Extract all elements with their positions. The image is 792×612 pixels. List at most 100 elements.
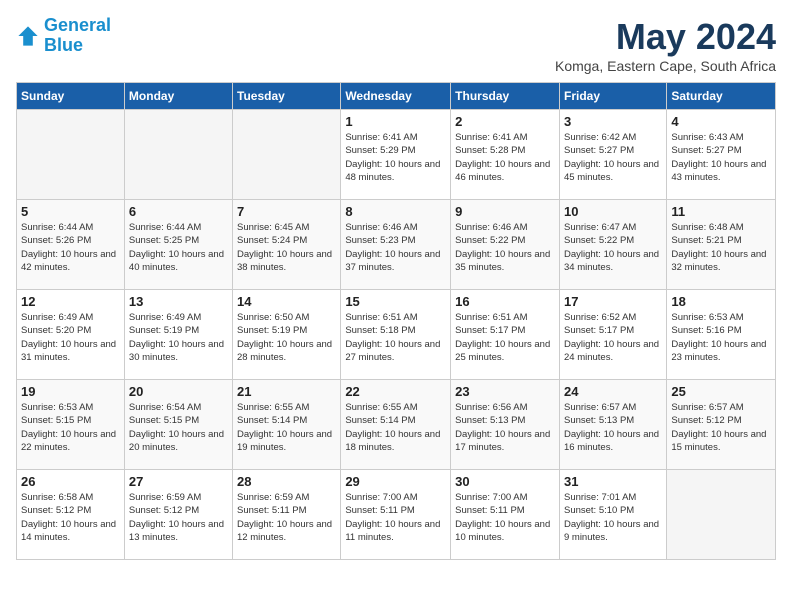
calendar-cell: 21 Sunrise: 6:55 AMSunset: 5:14 PMDayligh…: [233, 380, 341, 470]
calendar-week-1: 1Sunrise: 6:41 AMSunset: 5:29 PMDaylight…: [17, 110, 776, 200]
day-number: 11: [671, 204, 771, 219]
calendar-cell: 1Sunrise: 6:41 AMSunset: 5:29 PMDaylight…: [341, 110, 451, 200]
day-number: 4: [671, 114, 771, 129]
calendar-cell: 14Sunrise: 6:50 AMSunset: 5:19 PMDayligh…: [233, 290, 341, 380]
calendar-cell: 31Sunrise: 7:01 AMSunset: 5:10 PMDayligh…: [559, 470, 666, 560]
day-info: Sunrise: 7:00 AMSunset: 5:11 PMDaylight:…: [455, 491, 555, 544]
day-info: Sunrise: 6:59 AMSunset: 5:11 PMDaylight:…: [237, 491, 336, 544]
day-number: 3: [564, 114, 662, 129]
day-info: Sunrise: 6:43 AMSunset: 5:27 PMDaylight:…: [671, 131, 771, 184]
day-number: 23: [455, 384, 555, 399]
calendar-cell: 2 Sunrise: 6:41 AMSunset: 5:28 PMDaylight…: [451, 110, 560, 200]
day-info: Sunrise: 6:44 AMSunset: 5:26 PMDaylight:…: [21, 221, 120, 274]
day-number: 21: [237, 384, 336, 399]
calendar-cell: 13 Sunrise: 6:49 AMSunset: 5:19 PMDayligh…: [124, 290, 232, 380]
calendar-cell: 30 Sunrise: 7:00 AMSunset: 5:11 PMDayligh…: [451, 470, 560, 560]
day-info: Sunrise: 6:58 AMSunset: 5:12 PMDaylight:…: [21, 491, 120, 544]
calendar-cell: [124, 110, 232, 200]
calendar-cell: 8Sunrise: 6:46 AMSunset: 5:23 PMDaylight…: [341, 200, 451, 290]
day-info: Sunrise: 7:01 AMSunset: 5:10 PMDaylight:…: [564, 491, 662, 544]
calendar-cell: 15 Sunrise: 6:51 AMSunset: 5:18 PMDayligh…: [341, 290, 451, 380]
logo-icon: [16, 24, 40, 48]
day-info: Sunrise: 6:53 AMSunset: 5:16 PMDaylight:…: [671, 311, 771, 364]
calendar-cell: 27 Sunrise: 6:59 AMSunset: 5:12 PMDayligh…: [124, 470, 232, 560]
day-info: Sunrise: 7:00 AMSunset: 5:11 PMDaylight:…: [345, 491, 446, 544]
day-number: 20: [129, 384, 228, 399]
day-number: 26: [21, 474, 120, 489]
day-info: Sunrise: 6:54 AMSunset: 5:15 PMDaylight:…: [129, 401, 228, 454]
day-info: Sunrise: 6:55 AMSunset: 5:14 PMDaylight:…: [345, 401, 446, 454]
calendar-week-2: 5 Sunrise: 6:44 AMSunset: 5:26 PMDaylight…: [17, 200, 776, 290]
weekday-header-thursday: Thursday: [451, 83, 560, 110]
day-number: 8: [345, 204, 446, 219]
day-number: 22: [345, 384, 446, 399]
calendar-cell: 5 Sunrise: 6:44 AMSunset: 5:26 PMDaylight…: [17, 200, 125, 290]
calendar-cell: 22 Sunrise: 6:55 AMSunset: 5:14 PMDayligh…: [341, 380, 451, 470]
day-info: Sunrise: 6:41 AMSunset: 5:29 PMDaylight:…: [345, 131, 446, 184]
calendar-cell: 7 Sunrise: 6:45 AMSunset: 5:24 PMDaylight…: [233, 200, 341, 290]
calendar-cell: 17 Sunrise: 6:52 AMSunset: 5:17 PMDayligh…: [559, 290, 666, 380]
day-number: 15: [345, 294, 446, 309]
day-info: Sunrise: 6:42 AMSunset: 5:27 PMDaylight:…: [564, 131, 662, 184]
day-number: 2: [455, 114, 555, 129]
day-number: 24: [564, 384, 662, 399]
day-number: 6: [129, 204, 228, 219]
day-number: 9: [455, 204, 555, 219]
weekday-header-sunday: Sunday: [17, 83, 125, 110]
calendar-table: SundayMondayTuesdayWednesdayThursdayFrid…: [16, 82, 776, 560]
calendar-cell: 11Sunrise: 6:48 AMSunset: 5:21 PMDayligh…: [667, 200, 776, 290]
calendar-week-5: 26 Sunrise: 6:58 AMSunset: 5:12 PMDayligh…: [17, 470, 776, 560]
calendar-cell: 9 Sunrise: 6:46 AMSunset: 5:22 PMDaylight…: [451, 200, 560, 290]
weekday-header-monday: Monday: [124, 83, 232, 110]
title-block: May 2024 Komga, Eastern Cape, South Afri…: [555, 16, 776, 74]
day-number: 29: [345, 474, 446, 489]
day-number: 18: [671, 294, 771, 309]
day-number: 10: [564, 204, 662, 219]
day-info: Sunrise: 6:56 AMSunset: 5:13 PMDaylight:…: [455, 401, 555, 454]
day-number: 12: [21, 294, 120, 309]
day-number: 17: [564, 294, 662, 309]
logo: GeneralBlue: [16, 16, 111, 56]
page-header: GeneralBlue May 2024 Komga, Eastern Cape…: [16, 16, 776, 74]
month-title: May 2024: [555, 16, 776, 58]
weekday-header-row: SundayMondayTuesdayWednesdayThursdayFrid…: [17, 83, 776, 110]
calendar-cell: 20 Sunrise: 6:54 AMSunset: 5:15 PMDayligh…: [124, 380, 232, 470]
day-info: Sunrise: 6:53 AMSunset: 5:15 PMDaylight:…: [21, 401, 120, 454]
weekday-header-wednesday: Wednesday: [341, 83, 451, 110]
calendar-cell: 26 Sunrise: 6:58 AMSunset: 5:12 PMDayligh…: [17, 470, 125, 560]
day-info: Sunrise: 6:49 AMSunset: 5:19 PMDaylight:…: [129, 311, 228, 364]
day-info: Sunrise: 6:41 AMSunset: 5:28 PMDaylight:…: [455, 131, 555, 184]
day-number: 19: [21, 384, 120, 399]
day-number: 27: [129, 474, 228, 489]
day-info: Sunrise: 6:49 AMSunset: 5:20 PMDaylight:…: [21, 311, 120, 364]
day-number: 13: [129, 294, 228, 309]
day-number: 30: [455, 474, 555, 489]
day-info: Sunrise: 6:47 AMSunset: 5:22 PMDaylight:…: [564, 221, 662, 274]
day-info: Sunrise: 6:59 AMSunset: 5:12 PMDaylight:…: [129, 491, 228, 544]
calendar-cell: 28 Sunrise: 6:59 AMSunset: 5:11 PMDayligh…: [233, 470, 341, 560]
calendar-cell: 6Sunrise: 6:44 AMSunset: 5:25 PMDaylight…: [124, 200, 232, 290]
day-info: Sunrise: 6:46 AMSunset: 5:22 PMDaylight:…: [455, 221, 555, 274]
day-info: Sunrise: 6:52 AMSunset: 5:17 PMDaylight:…: [564, 311, 662, 364]
calendar-cell: 10 Sunrise: 6:47 AMSunset: 5:22 PMDayligh…: [559, 200, 666, 290]
weekday-header-saturday: Saturday: [667, 83, 776, 110]
calendar-cell: 19 Sunrise: 6:53 AMSunset: 5:15 PMDayligh…: [17, 380, 125, 470]
calendar-cell: [233, 110, 341, 200]
weekday-header-friday: Friday: [559, 83, 666, 110]
calendar-cell: 4 Sunrise: 6:43 AMSunset: 5:27 PMDaylight…: [667, 110, 776, 200]
calendar-cell: 24Sunrise: 6:57 AMSunset: 5:13 PMDayligh…: [559, 380, 666, 470]
calendar-cell: [667, 470, 776, 560]
day-number: 25: [671, 384, 771, 399]
calendar-cell: 29 Sunrise: 7:00 AMSunset: 5:11 PMDayligh…: [341, 470, 451, 560]
logo-text: GeneralBlue: [44, 16, 111, 56]
day-info: Sunrise: 6:51 AMSunset: 5:18 PMDaylight:…: [345, 311, 446, 364]
day-number: 7: [237, 204, 336, 219]
calendar-cell: 12 Sunrise: 6:49 AMSunset: 5:20 PMDayligh…: [17, 290, 125, 380]
day-info: Sunrise: 6:55 AMSunset: 5:14 PMDaylight:…: [237, 401, 336, 454]
day-number: 14: [237, 294, 336, 309]
calendar-cell: 3 Sunrise: 6:42 AMSunset: 5:27 PMDaylight…: [559, 110, 666, 200]
day-number: 5: [21, 204, 120, 219]
day-info: Sunrise: 6:51 AMSunset: 5:17 PMDaylight:…: [455, 311, 555, 364]
day-info: Sunrise: 6:45 AMSunset: 5:24 PMDaylight:…: [237, 221, 336, 274]
day-number: 28: [237, 474, 336, 489]
